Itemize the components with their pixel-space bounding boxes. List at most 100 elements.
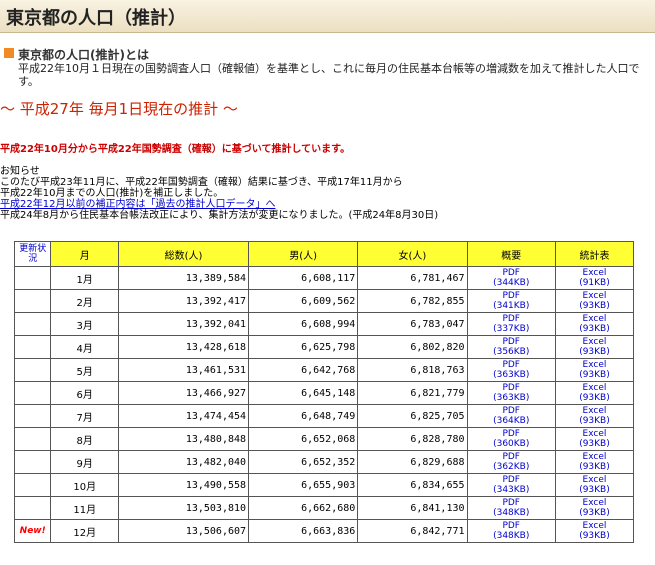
pdf-link[interactable]: PDF (364KB) [466,404,556,428]
excel-label[interactable]: Excel [558,360,631,370]
pdf-size[interactable]: (344KB) [470,278,553,288]
excel-size[interactable]: (93KB) [558,416,631,426]
pdf-size[interactable]: (356KB) [470,347,553,357]
table-row: 2月 13,392,417 6,609,562 6,782,855 PDF (341KB)… [13,289,635,313]
pdf-label[interactable]: PDF [470,383,553,393]
month-cell: 3月 [50,312,120,336]
excel-size[interactable]: (93KB) [558,370,631,380]
male-cell: 6,652,068 [248,427,359,451]
pdf-link[interactable]: PDF (341KB) [466,289,556,313]
excel-label[interactable]: Excel [558,475,631,485]
notice-line-1: このたび平成23年11月に、平成22年国勢調査（確報）結果に基づき、平成17年1… [0,177,403,188]
excel-size[interactable]: (93KB) [558,301,631,311]
pdf-label[interactable]: PDF [470,452,553,462]
excel-link[interactable]: Excel (93KB) [554,473,635,497]
excel-label[interactable]: Excel [558,291,631,301]
new-badge [13,473,52,497]
excel-size[interactable]: (93KB) [558,393,631,403]
pdf-size[interactable]: (343KB) [470,485,553,495]
excel-link[interactable]: Excel (93KB) [554,496,635,520]
pdf-label[interactable]: PDF [470,314,553,324]
pdf-link[interactable]: PDF (348KB) [466,496,556,520]
excel-label[interactable]: Excel [558,406,631,416]
pdf-label[interactable]: PDF [470,360,553,370]
table-row: 7月 13,474,454 6,648,749 6,825,705 PDF (364KB)… [13,404,635,428]
past-data-link[interactable]: 平成22年12月以前の補正内容は「過去の推計人口データ」へ [0,199,275,210]
pdf-label[interactable]: PDF [470,291,553,301]
notice-line-4: 平成24年8月から住民基本台帳法改正により、集計方法が変更になりました。(平成2… [0,210,439,221]
male-cell: 6,608,994 [248,312,359,336]
excel-link[interactable]: Excel (93KB) [554,358,635,382]
total-cell: 13,480,848 [118,427,250,451]
header-summary: 概要 [466,241,556,267]
excel-size[interactable]: (93KB) [558,508,631,518]
female-cell: 6,821,779 [357,381,468,405]
pdf-size[interactable]: (341KB) [470,301,553,311]
pdf-size[interactable]: (348KB) [470,508,553,518]
pdf-label[interactable]: PDF [470,498,553,508]
pdf-size[interactable]: (363KB) [470,370,553,380]
excel-label[interactable]: Excel [558,452,631,462]
pdf-label[interactable]: PDF [470,406,553,416]
pdf-label[interactable]: PDF [470,337,553,347]
month-cell: 1月 [50,266,120,290]
excel-size[interactable]: (93KB) [558,439,631,449]
pdf-label[interactable]: PDF [470,521,553,531]
pdf-size[interactable]: (348KB) [470,531,553,541]
male-cell: 6,655,903 [248,473,359,497]
excel-link[interactable]: Excel (93KB) [554,450,635,474]
month-cell: 5月 [50,358,120,382]
excel-link[interactable]: Excel (93KB) [554,427,635,451]
excel-link[interactable]: Excel (93KB) [554,404,635,428]
pdf-link[interactable]: PDF (348KB) [466,519,556,543]
page-title: 東京都の人口（推計） [6,8,186,29]
pdf-link[interactable]: PDF (363KB) [466,381,556,405]
excel-link[interactable]: Excel (93KB) [554,519,635,543]
excel-size[interactable]: (91KB) [558,278,631,288]
excel-link[interactable]: Excel (93KB) [554,381,635,405]
excel-size[interactable]: (93KB) [558,324,631,334]
excel-size[interactable]: (93KB) [558,485,631,495]
excel-label[interactable]: Excel [558,429,631,439]
excel-link[interactable]: Excel (91KB) [554,266,635,290]
table-row: 8月 13,480,848 6,652,068 6,828,780 PDF (360KB)… [13,427,635,451]
total-cell: 13,392,417 [118,289,250,313]
total-cell: 13,474,454 [118,404,250,428]
pdf-link[interactable]: PDF (362KB) [466,450,556,474]
excel-size[interactable]: (93KB) [558,531,631,541]
excel-label[interactable]: Excel [558,498,631,508]
pdf-link[interactable]: PDF (343KB) [466,473,556,497]
excel-label[interactable]: Excel [558,337,631,347]
male-cell: 6,648,749 [248,404,359,428]
pdf-link[interactable]: PDF (356KB) [466,335,556,359]
excel-link[interactable]: Excel (93KB) [554,312,635,336]
excel-label[interactable]: Excel [558,268,631,278]
total-cell: 13,461,531 [118,358,250,382]
excel-label[interactable]: Excel [558,314,631,324]
pdf-size[interactable]: (360KB) [470,439,553,449]
pdf-size[interactable]: (362KB) [470,462,553,472]
excel-label[interactable]: Excel [558,521,631,531]
male-cell: 6,662,680 [248,496,359,520]
pdf-label[interactable]: PDF [470,475,553,485]
female-cell: 6,802,820 [357,335,468,359]
pdf-size[interactable]: (337KB) [470,324,553,334]
pdf-size[interactable]: (364KB) [470,416,553,426]
pdf-size[interactable]: (363KB) [470,393,553,403]
excel-size[interactable]: (93KB) [558,347,631,357]
new-badge [13,289,52,313]
pdf-link[interactable]: PDF (363KB) [466,358,556,382]
pdf-label[interactable]: PDF [470,268,553,278]
excel-link[interactable]: Excel (93KB) [554,289,635,313]
pdf-link[interactable]: PDF (337KB) [466,312,556,336]
new-badge [13,358,52,382]
excel-link[interactable]: Excel (93KB) [554,335,635,359]
header-total: 総数(人) [118,241,250,267]
pdf-label[interactable]: PDF [470,429,553,439]
month-cell: 8月 [50,427,120,451]
pdf-link[interactable]: PDF (360KB) [466,427,556,451]
excel-size[interactable]: (93KB) [558,462,631,472]
pdf-link[interactable]: PDF (344KB) [466,266,556,290]
excel-label[interactable]: Excel [558,383,631,393]
definition-body: 平成22年10月１日現在の国勢調査人口（確報値）を基準とし、これに毎月の住民基本… [18,62,640,88]
